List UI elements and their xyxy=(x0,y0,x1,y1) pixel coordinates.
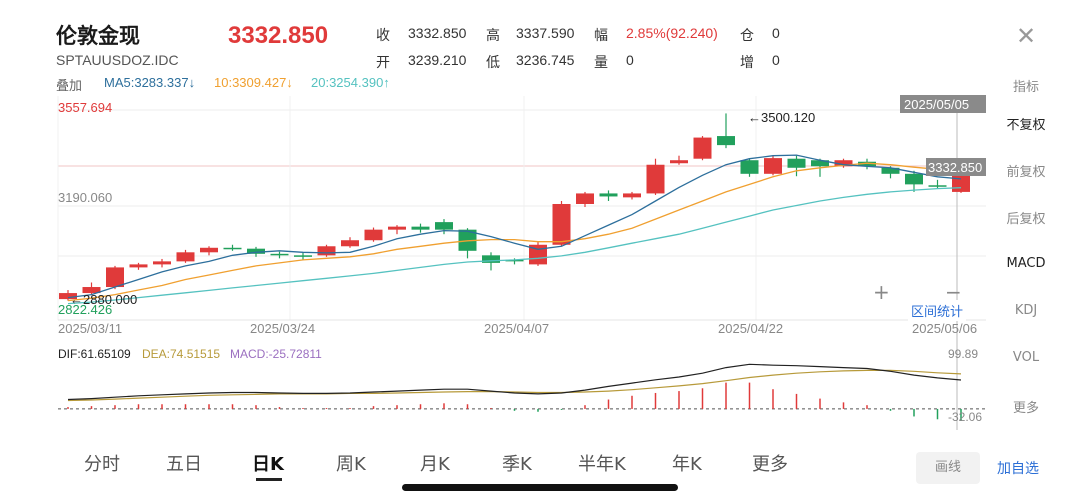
range-stats-button[interactable]: 区间统计 xyxy=(908,300,967,321)
candle-body xyxy=(270,253,289,256)
candle-body xyxy=(928,185,947,187)
candle-body xyxy=(364,229,383,241)
candle-body xyxy=(341,240,359,247)
candle-body xyxy=(106,267,124,288)
candle-body xyxy=(717,136,735,146)
candle-body xyxy=(411,226,430,230)
date-label-4: 2025/05/06 xyxy=(912,321,977,336)
macd-top-label: 99.89 xyxy=(948,347,978,361)
price-top-label: 3557.694 xyxy=(58,100,112,115)
tab-yearly-k[interactable]: 年K xyxy=(672,450,702,476)
candle-body xyxy=(787,158,806,168)
tab-monthly-k[interactable]: 月K xyxy=(420,450,450,476)
date-label-1: 2025/03/24 xyxy=(250,321,315,336)
macd-bottom-label: -32.06 xyxy=(948,410,982,424)
candle-body xyxy=(200,247,218,253)
add-watchlist-button[interactable]: 加自选 xyxy=(997,458,1039,478)
date-label-0: 2025/03/11 xyxy=(58,321,122,336)
high-annotation: ←3500.120 xyxy=(748,110,815,125)
dea-line xyxy=(67,369,962,402)
candle-body xyxy=(599,193,618,197)
draw-line-button[interactable]: 画线 xyxy=(916,452,980,484)
dif-line xyxy=(67,363,962,401)
ma20-line xyxy=(67,187,962,305)
tab-half-year-k[interactable]: 半年K xyxy=(578,450,626,476)
kline-chart[interactable]: 3557.694 3190.060 2822.426 2025/03/11 20… xyxy=(0,0,1080,440)
candle-body xyxy=(740,160,759,174)
price-mid-label: 3190.060 xyxy=(58,190,112,205)
candle-body xyxy=(646,164,665,194)
tab-more[interactable]: 更多 xyxy=(752,450,788,476)
tab-weekly-k[interactable]: 周K xyxy=(336,450,366,476)
candle-body xyxy=(693,137,712,159)
zoom-in-button[interactable]: + xyxy=(873,280,890,304)
macd-label: MACD:-25.72811 xyxy=(230,347,322,361)
date-label-2: 2025/04/07 xyxy=(484,321,549,336)
dea-label: DEA:74.51515 xyxy=(142,347,220,361)
date-label-3: 2025/04/22 xyxy=(718,321,783,336)
crosshair-date-label: 2025/05/05 xyxy=(904,97,969,112)
candle-body xyxy=(223,247,242,250)
ma10-line xyxy=(67,162,962,302)
candle-body xyxy=(670,160,688,164)
low-annotation: ←2880.000 xyxy=(70,292,137,307)
macd-layer xyxy=(58,363,986,422)
candle-body xyxy=(623,193,641,198)
tab-daily-k[interactable]: 日K xyxy=(252,450,284,476)
ma-lines-layer xyxy=(67,154,962,305)
candle-body xyxy=(764,158,782,174)
candle-body xyxy=(552,203,571,245)
tab-five-day[interactable]: 五日 xyxy=(166,450,202,476)
tab-quarterly-k[interactable]: 季K xyxy=(502,450,532,476)
dif-label: DIF:61.65109 xyxy=(58,347,131,361)
active-tab-indicator xyxy=(256,478,282,481)
candle-body xyxy=(905,173,923,185)
candle-body xyxy=(176,252,195,262)
home-indicator xyxy=(402,484,678,491)
candle-body xyxy=(129,264,148,268)
candle-body xyxy=(153,261,171,265)
tab-intraday[interactable]: 分时 xyxy=(84,450,120,476)
candle-body xyxy=(435,222,453,230)
candle-body xyxy=(317,246,336,256)
candle-body xyxy=(576,193,594,204)
candles-layer xyxy=(59,113,970,301)
current-price-tag: 3332.850 xyxy=(928,160,982,175)
candle-body xyxy=(294,255,312,257)
candle-body xyxy=(388,226,406,230)
